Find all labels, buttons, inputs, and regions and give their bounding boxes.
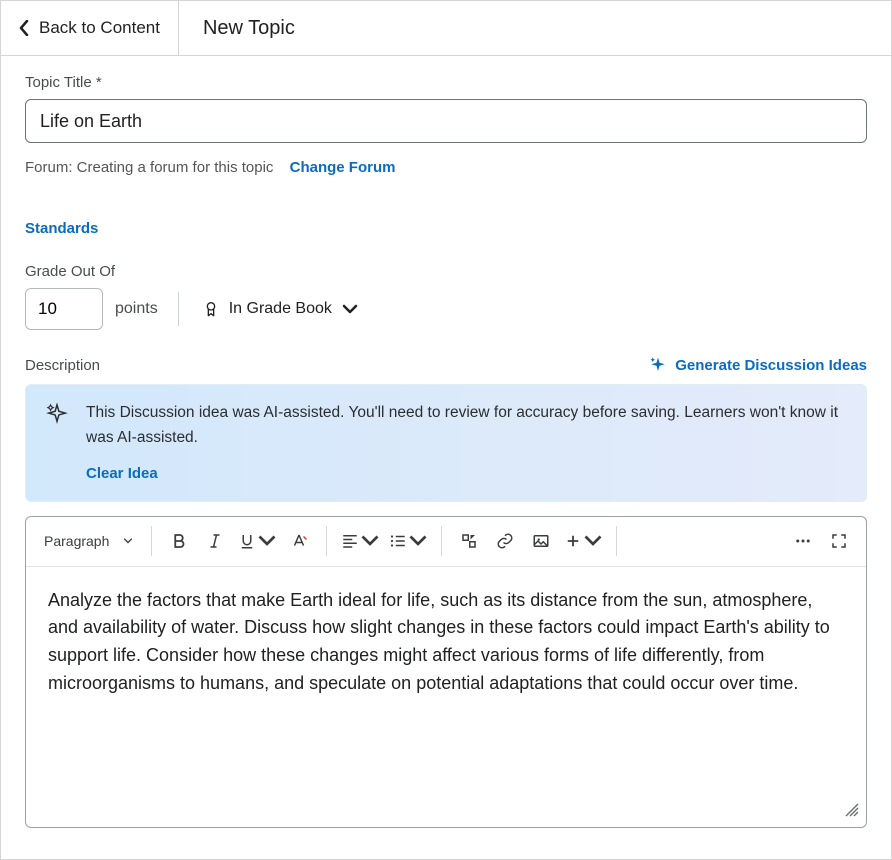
toolbar-separator: [616, 526, 617, 556]
chevron-down-icon: [258, 532, 276, 550]
bold-button[interactable]: [162, 524, 196, 558]
text-color-icon: [290, 532, 308, 550]
toolbar-separator: [326, 526, 327, 556]
description-label: Description: [25, 357, 100, 374]
ribbon-icon: [203, 301, 219, 317]
standards-link[interactable]: Standards: [25, 220, 98, 237]
page-title: New Topic: [179, 1, 319, 55]
top-bar: Back to Content New Topic: [1, 1, 891, 56]
chevron-down-icon: [409, 532, 427, 550]
ai-banner-body: This Discussion idea was AI-assisted. Yo…: [86, 401, 846, 483]
ellipsis-icon: [794, 532, 812, 550]
resize-handle[interactable]: [844, 802, 860, 823]
text-color-button[interactable]: [282, 524, 316, 558]
insert-image-button[interactable]: [524, 524, 558, 558]
description-header: Description Generate Discussion Ideas: [25, 356, 867, 374]
generate-ideas-link[interactable]: Generate Discussion Ideas: [649, 356, 867, 374]
change-forum-link[interactable]: Change Forum: [290, 159, 396, 176]
italic-button[interactable]: [198, 524, 232, 558]
forum-line: Forum: Creating a forum for this topic C…: [25, 159, 867, 176]
divider: [178, 292, 179, 326]
points-label: points: [115, 300, 158, 318]
clear-idea-link[interactable]: Clear Idea: [86, 465, 158, 482]
toolbar-separator: [441, 526, 442, 556]
link-icon: [496, 532, 514, 550]
topic-title-group: Topic Title * Forum: Creating a forum fo…: [25, 74, 867, 176]
sparkle-icon: [46, 403, 68, 483]
underline-icon: [238, 532, 256, 550]
chevron-down-icon: [584, 532, 602, 550]
list-icon: [389, 532, 407, 550]
fullscreen-icon: [830, 532, 848, 550]
ai-assist-banner: This Discussion idea was AI-assisted. Yo…: [25, 384, 867, 502]
ai-banner-message: This Discussion idea was AI-assisted. Yo…: [86, 401, 846, 451]
insert-stuff-button[interactable]: [452, 524, 486, 558]
chevron-down-icon: [123, 538, 133, 544]
editor-body[interactable]: Analyze the factors that make Earth idea…: [26, 567, 866, 827]
insert-more-button[interactable]: [560, 524, 606, 558]
generate-ideas-label: Generate Discussion Ideas: [675, 357, 867, 374]
back-label: Back to Content: [39, 18, 160, 38]
image-icon: [532, 532, 550, 550]
sparkle-icon: [649, 356, 667, 374]
grade-row: points In Grade Book: [25, 288, 867, 330]
editor-toolbar: Paragraph: [26, 517, 866, 567]
chevron-down-icon: [342, 301, 358, 317]
fullscreen-button[interactable]: [822, 524, 856, 558]
align-left-icon: [341, 532, 359, 550]
insert-link-button[interactable]: [488, 524, 522, 558]
underline-button[interactable]: [234, 524, 280, 558]
more-options-button[interactable]: [786, 524, 820, 558]
topic-title-label: Topic Title *: [25, 74, 867, 91]
paragraph-style-label: Paragraph: [44, 533, 109, 549]
list-button[interactable]: [385, 524, 431, 558]
gradebook-dropdown[interactable]: In Grade Book: [199, 294, 362, 324]
grade-group: Grade Out Of points In Grade Book: [25, 263, 867, 330]
back-button[interactable]: Back to Content: [1, 1, 179, 55]
bold-icon: [170, 532, 188, 550]
toolbar-separator: [151, 526, 152, 556]
chevron-down-icon: [361, 532, 379, 550]
grade-label: Grade Out Of: [25, 263, 867, 280]
plus-icon: [564, 532, 582, 550]
content-area: Topic Title * Forum: Creating a forum fo…: [1, 56, 891, 859]
paragraph-style-dropdown[interactable]: Paragraph: [36, 524, 141, 558]
resize-icon: [844, 802, 860, 818]
grade-input[interactable]: [25, 288, 103, 330]
page-root: Back to Content New Topic Topic Title * …: [0, 0, 892, 860]
rich-text-editor: Paragraph: [25, 516, 867, 828]
chevron-left-icon: [19, 20, 29, 36]
align-button[interactable]: [337, 524, 383, 558]
insert-stuff-icon: [460, 532, 478, 550]
gradebook-label: In Grade Book: [229, 300, 332, 318]
forum-text: Forum: Creating a forum for this topic: [25, 159, 273, 176]
italic-icon: [206, 532, 224, 550]
topic-title-input[interactable]: [25, 99, 867, 143]
